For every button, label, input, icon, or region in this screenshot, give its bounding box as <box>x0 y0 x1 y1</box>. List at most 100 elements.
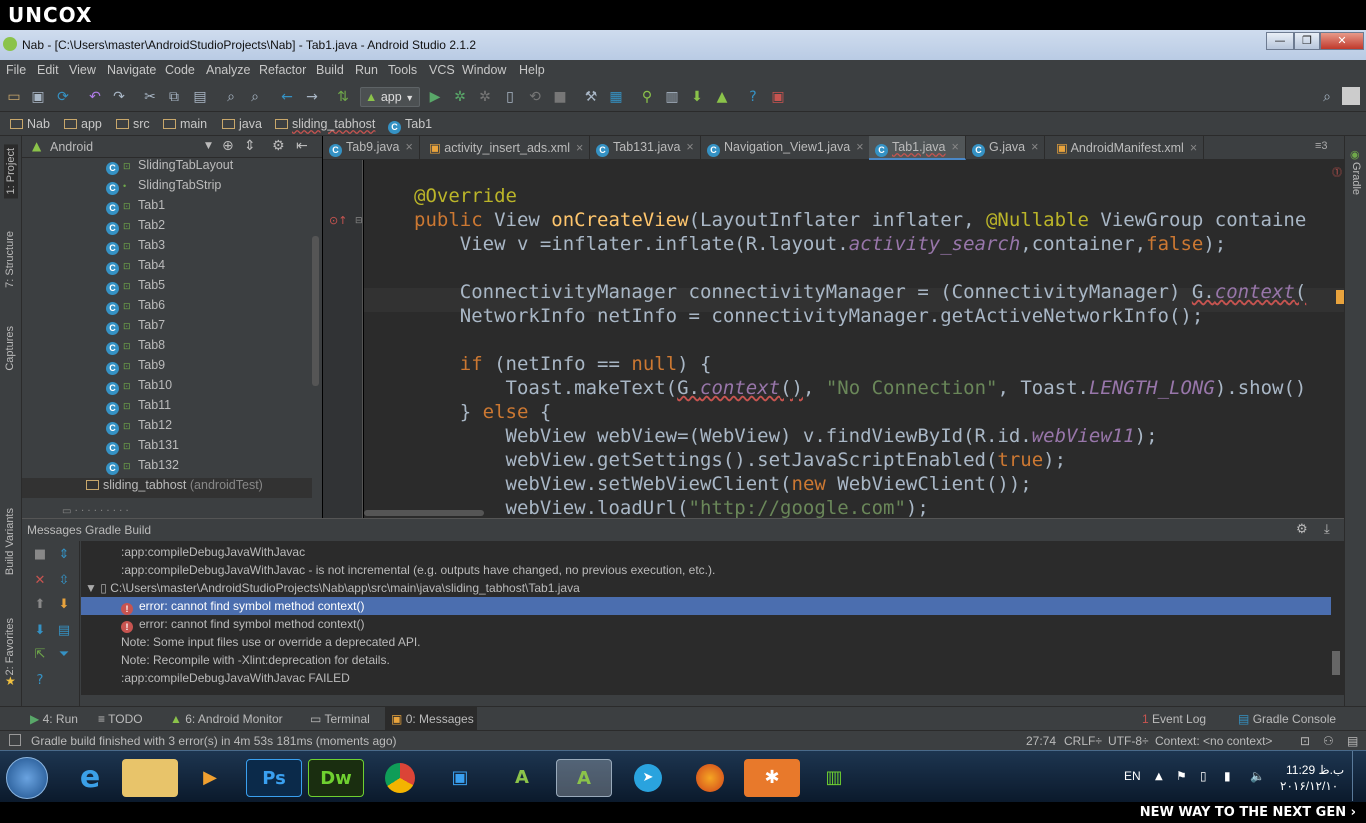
close-icon[interactable]: ✕ <box>32 573 48 589</box>
file-encoding[interactable]: UTF-8÷ <box>1108 734 1149 748</box>
chrome-icon[interactable] <box>372 759 428 797</box>
find-icon[interactable]: ⌕ <box>222 88 240 106</box>
tab-tab131[interactable]: C Tab131.java × <box>590 136 701 160</box>
run-icon[interactable]: ▶ <box>426 88 444 106</box>
tree-item[interactable]: C ⊡ Tab3 <box>22 238 312 258</box>
search-everywhere-icon[interactable]: ⌕ <box>1318 88 1336 106</box>
event-log-icon[interactable]: ▤ <box>1347 734 1358 748</box>
expand-all-icon[interactable]: ⇕ <box>56 547 72 563</box>
breadcrumb-class[interactable]: C Tab1 <box>388 117 432 134</box>
tool-run[interactable]: ▶ 4: Run <box>30 712 78 726</box>
menu-help[interactable]: Help <box>519 63 545 77</box>
download-icon[interactable]: ⬇ <box>56 597 72 613</box>
xampp-icon[interactable]: ✱ <box>744 759 800 797</box>
list-item-file[interactable]: ▼ ▯ C:\Users\master\AndroidStudioProject… <box>81 579 1331 597</box>
tree-item[interactable]: C ⊡ Tab5 <box>22 278 312 298</box>
sync-icon[interactable]: ⟳ <box>54 88 72 106</box>
flag-icon[interactable]: ⚑ <box>1176 769 1187 783</box>
tool-terminal[interactable]: ▭ Terminal <box>310 712 370 726</box>
tool-project[interactable]: 1: Project <box>4 144 18 199</box>
clock-time[interactable]: 11:29 ب.ظ <box>1286 763 1344 777</box>
tree-item[interactable]: C • SlidingTabStrip <box>22 178 312 198</box>
cut-icon[interactable]: ✂ <box>141 88 159 106</box>
android-studio-active-icon[interactable]: A <box>556 759 612 797</box>
maximize-button[interactable]: ❐ <box>1294 32 1320 50</box>
hide-panel-icon[interactable]: ⤓ <box>1324 521 1330 537</box>
list-item-error[interactable]: ! error: cannot find symbol method contex… <box>81 615 1331 633</box>
close-icon[interactable]: × <box>856 140 863 154</box>
show-hidden-icons-icon[interactable]: ▲ <box>1155 771 1163 782</box>
tree-item[interactable]: C ⊡ Tab6 <box>22 298 312 318</box>
tool-build-variants[interactable]: Build Variants <box>4 508 16 575</box>
menu-file[interactable]: File <box>6 63 26 77</box>
tab-activity-insert-ads[interactable]: ▣ activity_insert_ads.xml × <box>423 136 591 160</box>
tab-tab1[interactable]: C Tab1.java × <box>869 136 966 160</box>
apply-changes-icon[interactable]: ⟲ <box>526 88 544 106</box>
gear-icon[interactable]: ⚙ <box>272 138 285 154</box>
export-icon[interactable]: ⇱ <box>32 647 48 663</box>
tree-item[interactable]: C ⊡ Tab132 <box>22 458 312 478</box>
breadcrumb-package[interactable]: sliding_tabhost <box>275 117 375 131</box>
menu-vcs[interactable]: VCS <box>429 63 455 77</box>
paste-icon[interactable]: ▤ <box>191 88 209 106</box>
notepad-icon[interactable]: ▥ <box>806 759 862 797</box>
menu-run[interactable]: Run <box>355 63 378 77</box>
list-item[interactable]: Note: Some input files use or override a… <box>81 633 1331 651</box>
close-icon[interactable]: × <box>1190 141 1197 155</box>
collapse-all-icon[interactable]: ⇳ <box>56 573 72 589</box>
tool-windows-icon[interactable] <box>9 734 21 746</box>
breadcrumb-main[interactable]: main <box>163 117 207 131</box>
status-message[interactable]: Gradle build finished with 3 error(s) in… <box>31 734 396 748</box>
menu-code[interactable]: Code <box>165 63 195 77</box>
tab-android-manifest[interactable]: ▣ AndroidManifest.xml × <box>1050 136 1205 160</box>
coverage-icon[interactable]: ▯ <box>501 88 519 106</box>
tree-item[interactable]: C ⊡ Tab1 <box>22 198 312 218</box>
dreamweaver-icon[interactable]: Dw <box>308 759 364 797</box>
stop-icon[interactable]: ■ <box>32 547 48 563</box>
device-monitor-icon[interactable]: ▥ <box>663 88 681 106</box>
internet-explorer-icon[interactable]: e <box>62 759 118 797</box>
project-scrollbar[interactable] <box>312 236 319 386</box>
context-label[interactable]: Context: <no context> <box>1155 734 1272 748</box>
filter-icon[interactable]: ⏷ <box>56 647 72 663</box>
fold-icon[interactable]: ⊟ <box>355 216 363 226</box>
tree-item[interactable]: C ⊡ Tab131 <box>22 438 312 458</box>
android-studio-task-icon[interactable]: A <box>494 759 550 797</box>
help-icon[interactable]: ? <box>32 673 48 689</box>
run-config-select[interactable]: ▲ app ▼ <box>360 87 420 107</box>
language-indicator[interactable]: EN <box>1124 769 1141 783</box>
redo-icon[interactable]: ↷ <box>110 88 128 106</box>
tree-item[interactable]: C ⊡ Tab12 <box>22 418 312 438</box>
android-sdk-icon[interactable]: ▲ <box>713 88 731 106</box>
lock-icon[interactable]: ⊡ <box>1300 734 1310 748</box>
tool-android-monitor[interactable]: ▲ 6: Android Monitor <box>170 712 283 726</box>
sdk-manager-icon[interactable]: ▦ <box>607 88 625 106</box>
tab-list-icon[interactable]: ≡3 <box>1315 140 1328 152</box>
override-marker-icon[interactable]: ⊙↑ <box>329 214 347 227</box>
tree-item[interactable]: C ⊡ Tab7 <box>22 318 312 338</box>
expand-triangle-icon[interactable]: ▼ <box>85 581 97 595</box>
make-project-icon[interactable]: ⇅ <box>334 88 352 106</box>
menu-view[interactable]: View <box>69 63 96 77</box>
volume-icon[interactable]: 🔈 <box>1250 769 1265 783</box>
hector-icon[interactable]: ⚇ <box>1323 734 1334 748</box>
tree-item[interactable]: C ⊡ Tab11 <box>22 398 312 418</box>
horizontal-scrollbar[interactable] <box>364 510 484 516</box>
tool-captures[interactable]: Captures <box>4 326 16 371</box>
error-stripe-marker[interactable] <box>1336 290 1344 304</box>
clock-date[interactable]: ۲۰۱۶/۱۲/۱۰ <box>1280 779 1338 793</box>
tool-event-log[interactable]: 1 Event Log <box>1142 712 1206 726</box>
save-icon[interactable]: ▣ <box>29 88 47 106</box>
show-desktop-button[interactable] <box>1352 751 1366 801</box>
tool-gradle[interactable]: Gradle <box>1350 162 1362 195</box>
arrow-down-icon[interactable]: ⬇ <box>32 623 48 639</box>
minimize-button[interactable]: — <box>1266 32 1294 50</box>
media-player-icon[interactable]: ▶ <box>182 759 238 797</box>
breadcrumb-app[interactable]: app <box>64 117 102 131</box>
network-icon[interactable]: ▮ <box>1224 769 1231 783</box>
forward-icon[interactable]: → <box>303 88 321 106</box>
undo-icon[interactable]: ↶ <box>86 88 104 106</box>
tree-item[interactable]: C ⊡ Tab2 <box>22 218 312 238</box>
help-icon[interactable]: ? <box>744 88 762 106</box>
close-button[interactable]: ✕ <box>1320 32 1364 50</box>
